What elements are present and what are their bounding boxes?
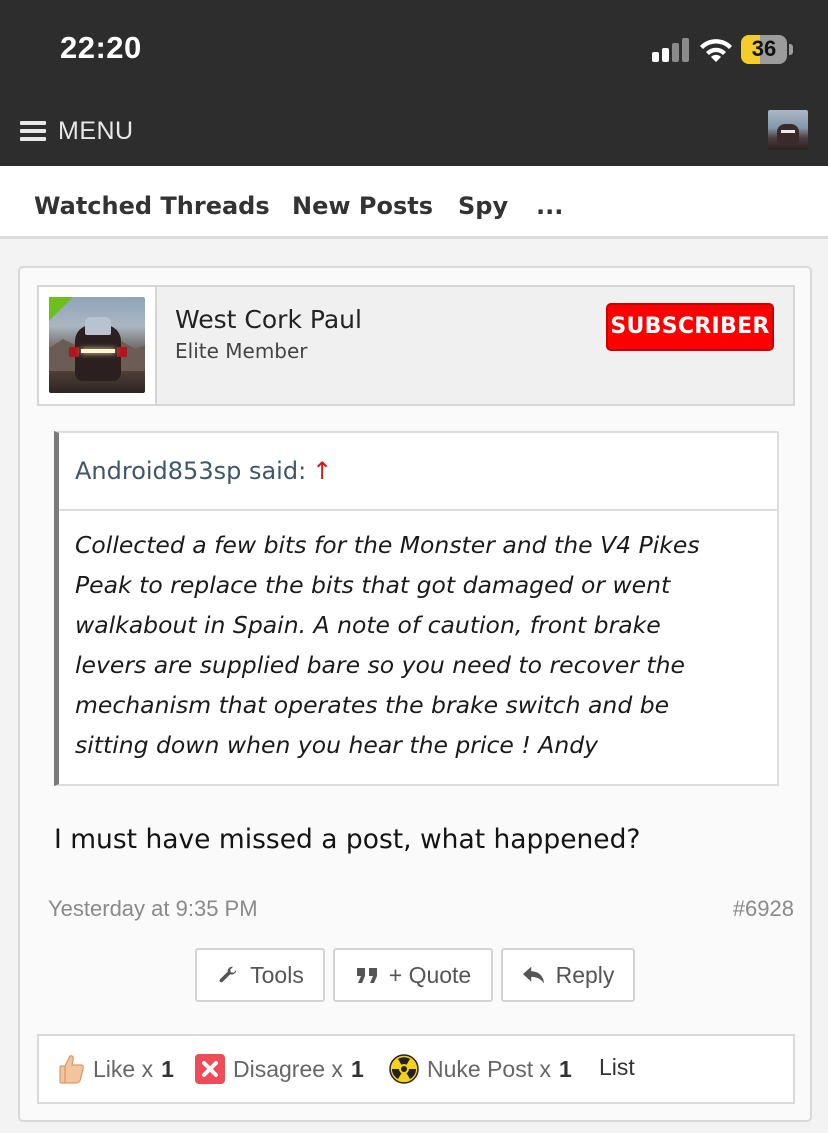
tools-button[interactable]: Tools [195, 948, 325, 1002]
menu-button[interactable]: MENU [20, 110, 134, 152]
like-label: Like x [93, 1055, 154, 1082]
quote-line: levers are supplied bare so you need to … [75, 651, 685, 679]
menu-label: MENU [58, 116, 134, 145]
hamburger-icon [20, 121, 46, 141]
quote-line: Peak to replace the bits that got damage… [75, 571, 671, 599]
disagree-label: Disagree x [233, 1055, 343, 1082]
author-title: Elite Member [175, 339, 308, 363]
tab-more[interactable]: ... [536, 192, 563, 220]
quote-label: + Quote [388, 961, 472, 988]
post-date[interactable]: Yesterday at 9:35 PM [48, 896, 258, 922]
jump-to-quote-arrow-icon[interactable]: ↑ [312, 457, 332, 485]
reaction-disagree[interactable]: Disagree x 1 [195, 1054, 364, 1084]
quote-line: sitting down when you hear the price ! A… [75, 731, 599, 759]
tab-spy[interactable]: Spy [458, 192, 508, 220]
battery-level: 36 [751, 36, 777, 61]
reply-arrow-icon [522, 963, 546, 987]
reply-button[interactable]: Reply [501, 948, 635, 1002]
quote-author-link[interactable]: Android853sp said: ↑ [75, 457, 332, 485]
quote-author[interactable]: Android853sp said: [75, 457, 306, 485]
quote-button[interactable]: + Quote [333, 948, 493, 1002]
quote-marks-icon [355, 963, 379, 987]
quote-text: Collected a few bits for the Monster and… [75, 525, 757, 765]
post-card: West Cork Paul Elite Member SUBSCRIBER A… [18, 266, 812, 1122]
app-header: 22:20 36 MENU [0, 0, 828, 166]
nuke-label: Nuke Post x [427, 1055, 551, 1082]
reaction-like[interactable]: Like x 1 [59, 1054, 174, 1084]
nuke-count: 1 [559, 1055, 572, 1082]
radioactive-icon [389, 1054, 419, 1084]
tab-new-posts[interactable]: New Posts [292, 192, 433, 220]
reactions-list-link[interactable]: List [599, 1054, 635, 1081]
tab-watched-threads[interactable]: Watched Threads [34, 192, 270, 220]
quote-line: mechanism that operates the brake switch… [75, 691, 670, 719]
x-mark-icon [195, 1054, 225, 1084]
wrench-icon [216, 963, 240, 987]
online-indicator [49, 297, 73, 321]
battery-icon: 36 [741, 35, 787, 64]
quote-line: Collected a few bits for the Monster and… [75, 531, 700, 559]
post-number[interactable]: #6928 [733, 896, 794, 922]
thumbs-up-icon [59, 1055, 84, 1084]
account-avatar[interactable] [768, 110, 808, 150]
like-count: 1 [161, 1055, 174, 1082]
author-name[interactable]: West Cork Paul [175, 305, 362, 334]
reply-label: Reply [555, 961, 615, 988]
cellular-signal-icon [652, 38, 689, 62]
disagree-count: 1 [350, 1055, 364, 1082]
reactions-bar: Like x 1 Disagree x 1 Nuke Post x 1 List [37, 1034, 795, 1104]
post-author-bar: West Cork Paul Elite Member SUBSCRIBER [37, 285, 795, 406]
reaction-nuke-post[interactable]: Nuke Post x 1 [389, 1054, 572, 1084]
wifi-icon [700, 39, 732, 62]
subscriber-badge: SUBSCRIBER [606, 303, 774, 351]
tools-label: Tools [250, 961, 304, 988]
quote-line: walkabout in Spain. A note of caution, f… [75, 611, 661, 639]
status-time: 22:20 [60, 30, 142, 65]
quote-block: Android853sp said: ↑ Collected a few bits… [54, 431, 779, 786]
tab-bar: Watched Threads New Posts Spy ... [0, 166, 828, 239]
post-message: I must have missed a post, what happened… [54, 824, 641, 855]
